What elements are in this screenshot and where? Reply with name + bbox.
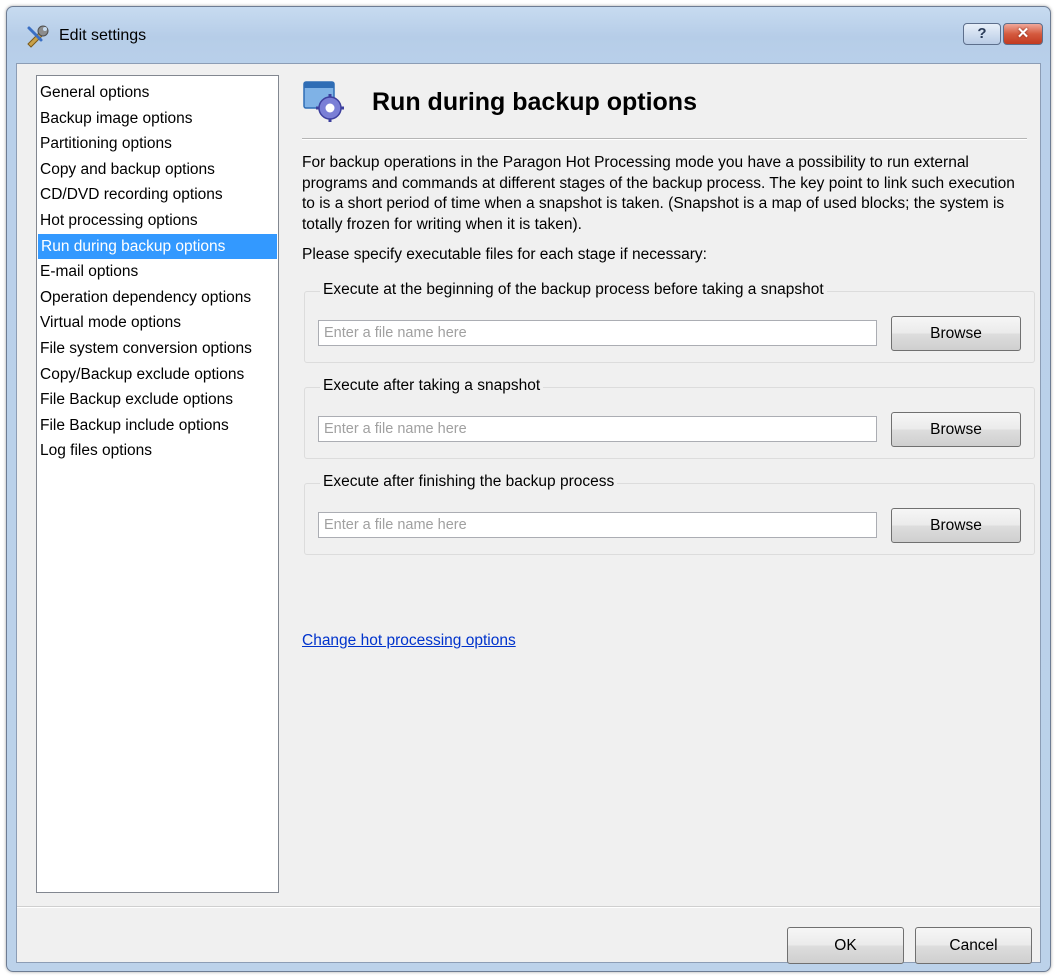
sidebar-item[interactable]: Copy/Backup exclude options <box>37 362 278 388</box>
sidebar-item[interactable]: Backup image options <box>37 106 278 132</box>
change-hot-processing-link[interactable]: Change hot processing options <box>302 632 516 650</box>
before-snapshot-file-input[interactable] <box>318 320 877 346</box>
help-button[interactable]: ? <box>963 23 1001 45</box>
header-divider <box>302 138 1027 139</box>
sidebar-item[interactable]: Hot processing options <box>37 208 278 234</box>
sidebar-item[interactable]: Run during backup options <box>38 233 277 260</box>
after-snapshot-group: Execute after taking a snapshot Browse <box>304 377 1035 459</box>
footer-divider <box>17 906 1040 907</box>
wrench-screwdriver-icon <box>27 25 49 48</box>
edit-settings-dialog: Edit settings ? ✕ General options Backup … <box>6 6 1051 972</box>
settings-panel: Run during backup options For backup ope… <box>287 64 1035 904</box>
after-backup-group: Execute after finishing the backup proce… <box>304 473 1035 555</box>
sidebar-item[interactable]: General options <box>37 80 278 106</box>
after-backup-browse-button[interactable]: Browse <box>891 508 1021 543</box>
after-snapshot-file-input[interactable] <box>318 416 877 442</box>
sidebar-item[interactable]: File system conversion options <box>37 336 278 362</box>
window-gear-icon <box>303 81 344 122</box>
before-snapshot-group: Execute at the beginning of the backup p… <box>304 281 1035 363</box>
after-snapshot-browse-button[interactable]: Browse <box>891 412 1021 447</box>
sidebar-item[interactable]: CD/DVD recording options <box>37 182 278 208</box>
after-backup-label: Execute after finishing the backup proce… <box>320 473 618 491</box>
settings-category-list[interactable]: General options Backup image options Parti… <box>36 75 279 893</box>
dialog-client-area: General options Backup image options Parti… <box>16 63 1041 964</box>
before-snapshot-browse-button[interactable]: Browse <box>891 316 1021 351</box>
sidebar-item[interactable]: File Backup exclude options <box>37 387 278 413</box>
after-backup-file-input[interactable] <box>318 512 877 538</box>
before-snapshot-label: Execute at the beginning of the backup p… <box>320 281 827 299</box>
cancel-button[interactable]: Cancel <box>915 927 1032 964</box>
sidebar-item[interactable]: Log files options <box>37 438 278 464</box>
page-title: Run during backup options <box>372 88 697 116</box>
sidebar-item[interactable]: Virtual mode options <box>37 310 278 336</box>
sidebar-item[interactable]: File Backup include options <box>37 413 278 439</box>
sidebar-item[interactable]: Operation dependency options <box>37 285 278 311</box>
description-text: For backup operations in the Paragon Hot… <box>302 154 1015 233</box>
sidebar-item[interactable]: Partitioning options <box>37 131 278 157</box>
instruction-text: Please specify executable files for each… <box>302 246 707 263</box>
sidebar-item[interactable]: E-mail options <box>37 259 278 285</box>
close-icon: ✕ <box>1016 25 1030 42</box>
title-bar[interactable]: Edit settings ? ✕ <box>7 7 1050 63</box>
close-button[interactable]: ✕ <box>1003 23 1043 45</box>
window-title: Edit settings <box>59 27 147 44</box>
sidebar-item[interactable]: Copy and backup options <box>37 157 278 183</box>
help-icon: ? <box>977 25 987 42</box>
after-snapshot-label: Execute after taking a snapshot <box>320 377 544 395</box>
ok-button[interactable]: OK <box>787 927 904 964</box>
